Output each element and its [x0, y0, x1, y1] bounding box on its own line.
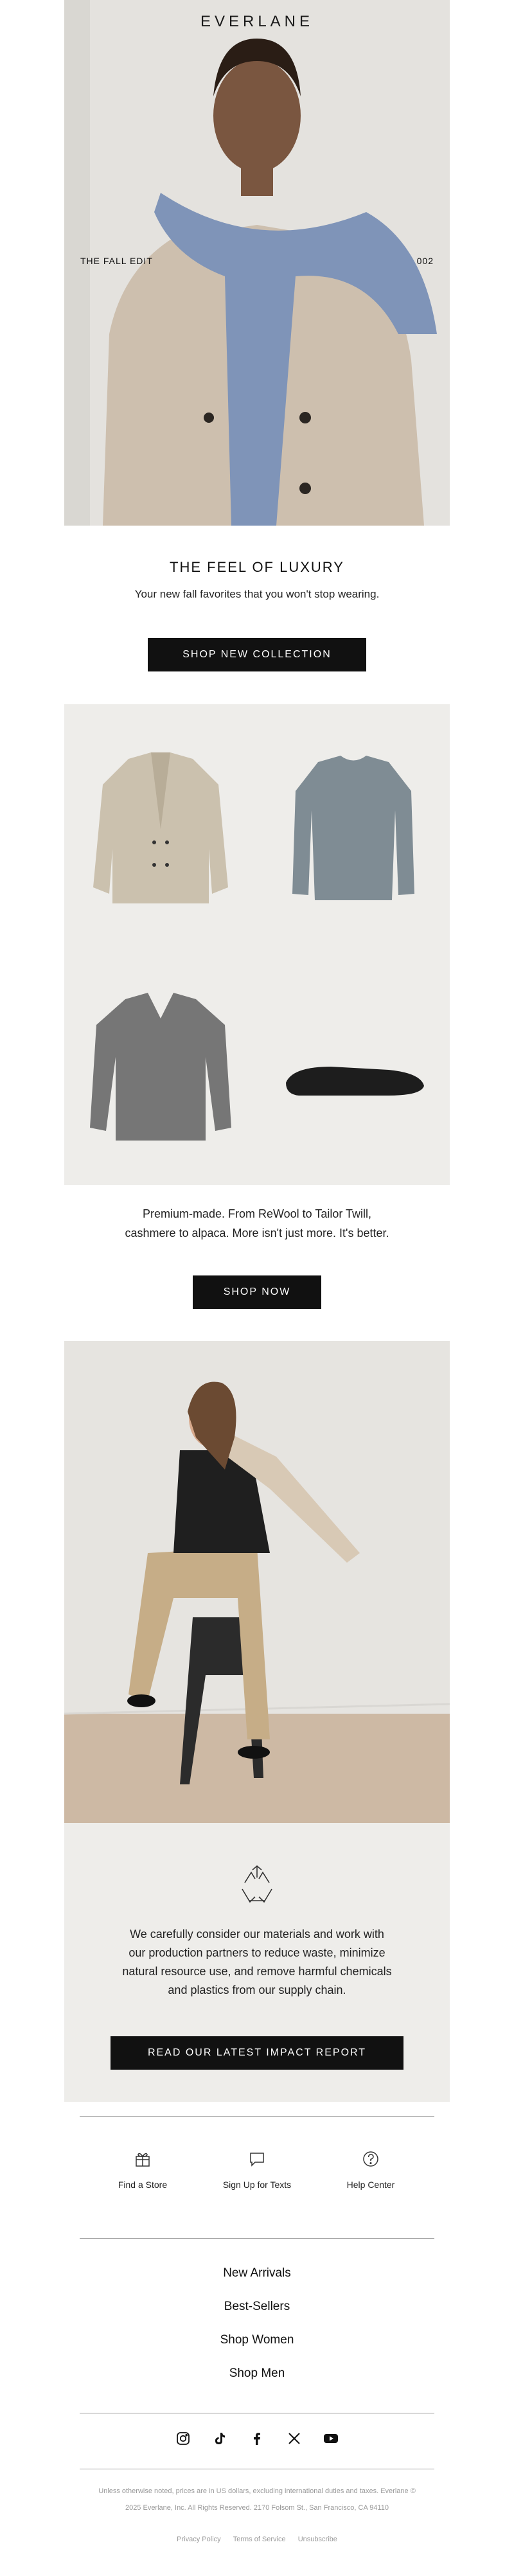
nav-shop-men[interactable]: Shop Men — [0, 2367, 514, 2381]
product-copy-line: Premium-made. From ReWool to Tailor Twil… — [142, 1207, 372, 1220]
footer-links: Privacy Policy Terms of Service Unsubscr… — [0, 2536, 514, 2543]
find-store-label: Find a Store — [118, 2180, 168, 2190]
legal-text: Unless otherwise noted, prices are in US… — [98, 2487, 416, 2495]
product-shirt[interactable] — [67, 948, 254, 1182]
privacy-policy-link[interactable]: Privacy Policy — [177, 2536, 220, 2543]
terms-link[interactable]: Terms of Service — [233, 2536, 286, 2543]
help-center-link[interactable]: Help Center — [313, 2149, 429, 2190]
impact-report-button[interactable]: READ OUR LATEST IMPACT REPORT — [111, 2036, 403, 2070]
impact-copy-line: natural resource use, and remove harmful… — [122, 1965, 392, 1978]
help-icon — [363, 2151, 378, 2167]
text-signup-label: Sign Up for Texts — [222, 2180, 292, 2190]
product-sweater[interactable] — [260, 707, 447, 941]
impact-copy-line: We carefully consider our materials and … — [130, 1928, 384, 1941]
brand-logo[interactable]: EVERLANE — [64, 13, 450, 31]
nav-new-arrivals[interactable]: New Arrivals — [0, 2266, 514, 2280]
intro-title: THE FEEL OF LUXURY — [170, 559, 344, 575]
x-icon[interactable] — [285, 2429, 304, 2448]
hero-edit-number: 002 — [416, 256, 434, 266]
chat-icon — [250, 2153, 264, 2167]
product-loafer[interactable] — [260, 948, 447, 1182]
divider — [80, 2116, 434, 2117]
hero-banner[interactable]: EVERLANE THE FALL EDIT 002 — [64, 0, 450, 526]
facebook-icon[interactable] — [247, 2429, 267, 2448]
find-store-link[interactable]: Find a Store — [85, 2149, 200, 2190]
instagram-icon[interactable] — [173, 2429, 193, 2448]
recycle-icon — [236, 1863, 278, 1906]
hero-edit-label: THE FALL EDIT — [80, 256, 153, 266]
impact-copy-line: and plastics from our supply chain. — [168, 1984, 346, 1996]
impact-copy: We carefully consider our materials and … — [0, 1925, 514, 2000]
shop-now-button[interactable]: SHOP NOW — [193, 1275, 321, 1309]
nav-shop-women[interactable]: Shop Women — [0, 2333, 514, 2347]
tiktok-icon[interactable] — [210, 2429, 229, 2448]
lifestyle-image[interactable] — [64, 1341, 450, 1823]
product-blazer[interactable] — [67, 707, 254, 941]
help-center-label: Help Center — [346, 2180, 395, 2190]
unsubscribe-link[interactable]: Unsubscribe — [298, 2536, 337, 2543]
legal-text: 2025 Everlane, Inc. All Rights Reserved.… — [125, 2504, 389, 2512]
gift-icon — [136, 2153, 150, 2167]
seated-model-image — [64, 1341, 450, 1823]
intro-subtitle: Your new fall favorites that you won't s… — [134, 588, 380, 600]
sweater-image — [292, 756, 414, 900]
youtube-icon[interactable] — [321, 2429, 341, 2448]
nav-best-sellers[interactable]: Best-Sellers — [0, 2300, 514, 2314]
divider — [80, 2238, 434, 2239]
product-copy: Premium-made. From ReWool to Tailor Twil… — [0, 1204, 514, 1243]
blazer-image — [93, 752, 228, 903]
impact-copy-line: our production partners to reduce waste,… — [128, 1946, 386, 1959]
text-signup-link[interactable]: Sign Up for Texts — [199, 2149, 315, 2190]
product-grid — [64, 704, 450, 1185]
loafer-image — [286, 1067, 424, 1096]
shirt-image — [90, 993, 231, 1141]
shop-new-collection-button[interactable]: SHOP NEW COLLECTION — [148, 638, 366, 671]
product-copy-line: cashmere to alpaca. More isn't just more… — [125, 1227, 389, 1239]
